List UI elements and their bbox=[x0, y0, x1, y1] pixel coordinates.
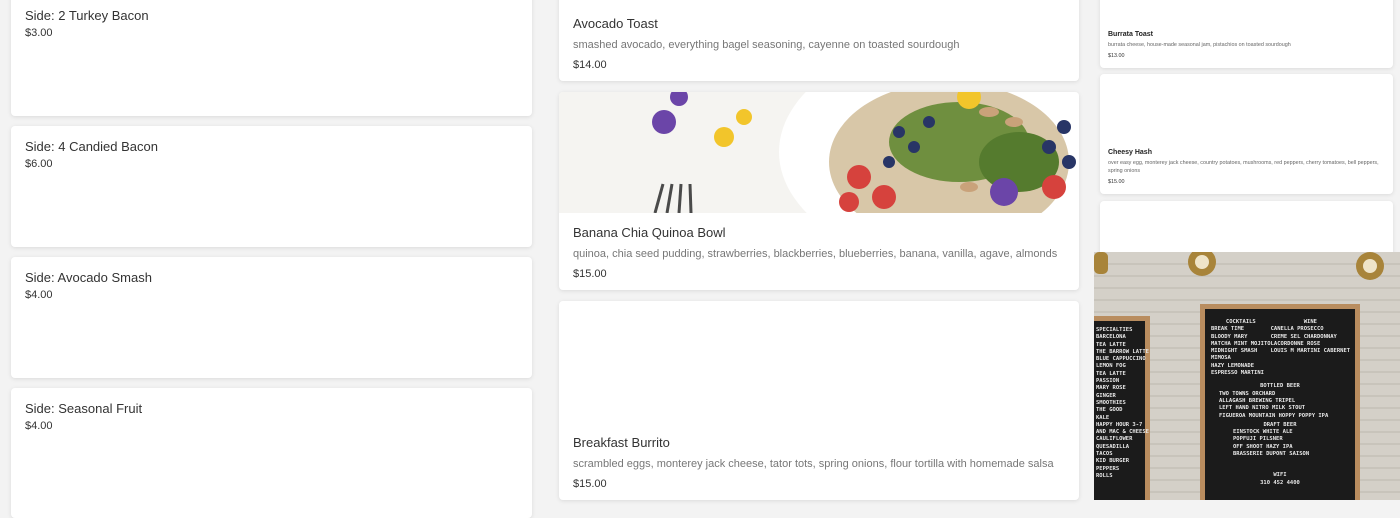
board-line: KID BURGER bbox=[1096, 458, 1130, 465]
menu-item-card[interactable]: Banana Chia Quinoa Bowl quinoa, chia see… bbox=[559, 92, 1079, 290]
menu-item-title: Avocado Toast bbox=[573, 16, 658, 31]
menu-item-price: $13.00 bbox=[1108, 53, 1125, 59]
board-line: LEMON FOG bbox=[1096, 363, 1126, 370]
menu-item-title: Cheesy Hash bbox=[1108, 149, 1152, 156]
menu-item-price: $15.00 bbox=[573, 478, 607, 490]
board-heading: COCKTAILS bbox=[1225, 319, 1256, 325]
menu-item-card[interactable]: Side: 4 Candied Bacon $6.00 bbox=[11, 126, 532, 247]
board-line: OFF SHOOT HAZY IPA bbox=[1233, 443, 1293, 450]
board-line: MIMOSA bbox=[1211, 355, 1231, 362]
board-line: ESPRESSO MARTINI bbox=[1211, 370, 1264, 377]
menu-item-card[interactable]: Side: Avocado Smash $4.00 bbox=[11, 257, 532, 378]
board-line: BARCELONA bbox=[1096, 334, 1126, 341]
board-line: FIGUEROA MOUNTAIN HOPPY POPPY IPA bbox=[1219, 412, 1329, 419]
board-line: PASSION bbox=[1096, 378, 1120, 385]
board-heading: DRAFT BEER bbox=[1263, 421, 1297, 428]
menu-item-price: $6.00 bbox=[25, 158, 53, 170]
board-line: 310 452 4400 bbox=[1260, 479, 1300, 486]
menu-item-price: $4.00 bbox=[25, 420, 53, 432]
menu-item-price: $4.00 bbox=[25, 289, 53, 301]
menu-item-description: smashed avocado, everything bagel season… bbox=[573, 39, 960, 51]
board-line: HAZY LEMONADE bbox=[1211, 362, 1255, 369]
board-line: TACOS bbox=[1096, 451, 1113, 458]
board-line: SMOOTHIES bbox=[1096, 399, 1126, 406]
menu-item-card[interactable]: Side: 2 Turkey Bacon $3.00 bbox=[11, 0, 532, 116]
board-line: POPFUJI PILSNER bbox=[1233, 436, 1283, 443]
board-line: LOUIS M MARTINI CABERNET bbox=[1270, 348, 1351, 355]
board-line: PEPPERS bbox=[1096, 465, 1120, 472]
menu-item-card[interactable]: Side: Seasonal Fruit $4.00 bbox=[11, 388, 532, 518]
board-line: KALE bbox=[1096, 414, 1110, 421]
chalkboard-menu-right: COCKTAILS BREAK TIME BLOODY MARY MATCHA … bbox=[1200, 304, 1360, 500]
menu-item-title: Side: Seasonal Fruit bbox=[25, 401, 143, 416]
menu-item-description: quinoa, chia seed pudding, strawberries,… bbox=[573, 248, 1058, 260]
board-line: THE GOOD bbox=[1096, 407, 1123, 414]
board-line: SPECIALTIES bbox=[1096, 327, 1133, 333]
menu-item-price: $3.00 bbox=[25, 27, 53, 39]
board-line: EINSTOCK WHITE ALE bbox=[1233, 429, 1293, 436]
board-line: GINGER bbox=[1096, 392, 1116, 399]
menu-item-price: $15.00 bbox=[573, 268, 607, 280]
board-line: BREAK TIME bbox=[1211, 326, 1245, 333]
board-line: CANELLA PROSECCO bbox=[1270, 326, 1324, 333]
board-line: ROLLS bbox=[1096, 472, 1113, 479]
menu-item-card[interactable]: Cheesy Hash over easy egg, monterey jack… bbox=[1100, 74, 1393, 194]
board-line: BLOODY MARY bbox=[1211, 333, 1248, 340]
menu-item-price: $14.00 bbox=[573, 59, 607, 71]
board-heading: WINE bbox=[1303, 319, 1317, 325]
board-line: LEFT HAND NITRO MILK STOUT bbox=[1219, 405, 1306, 412]
board-line: MATCHA MINT MOJITO bbox=[1211, 340, 1271, 347]
menu-item-title: Side: 4 Candied Bacon bbox=[25, 139, 158, 154]
board-line: BRASSERIE DUPONT SAISON bbox=[1233, 451, 1310, 458]
board-line: TEA LATTE bbox=[1096, 341, 1126, 348]
chalkboard-menu-left: SPECIALTIES BARCELONA TEA LATTE THE BARR… bbox=[1094, 316, 1150, 500]
menu-item-title: Side: Avocado Smash bbox=[25, 270, 152, 285]
menu-item-title: Burrata Toast bbox=[1108, 31, 1153, 38]
restaurant-photo: SPECIALTIES BARCELONA TEA LATTE THE BARR… bbox=[1094, 252, 1400, 500]
board-line: HAPPY HOUR 3-7 bbox=[1096, 421, 1143, 428]
menu-item-card[interactable]: Burrata Toast burrata cheese, house-made… bbox=[1100, 0, 1393, 68]
board-line: MIDNIGHT SMASH bbox=[1211, 348, 1258, 355]
board-line: LACORDONNE ROSE bbox=[1270, 340, 1321, 347]
board-line: TEA LATTE bbox=[1096, 370, 1126, 377]
board-line: ALLAGASH BREWING TRIPEL bbox=[1219, 397, 1296, 404]
board-line: THE BARROW LATTE bbox=[1096, 348, 1149, 355]
board-line: BLUE CAPPUCCINO bbox=[1096, 356, 1146, 363]
menu-item-description: burrata cheese, house-made seasonal jam,… bbox=[1108, 42, 1291, 48]
menu-item-title: Banana Chia Quinoa Bowl bbox=[573, 225, 726, 240]
board-line: CREME SEL CHARDONNAY bbox=[1270, 333, 1337, 340]
board-line: TWO TOWNS ORCHARD bbox=[1219, 390, 1276, 397]
menu-item-description: over easy egg, monterey jack cheese, cou… bbox=[1108, 160, 1379, 174]
board-line: QUESADILLA bbox=[1096, 443, 1130, 450]
menu-item-price: $15.00 bbox=[1108, 179, 1125, 185]
board-heading: WIFI bbox=[1273, 472, 1287, 479]
menu-item-card[interactable]: Avocado Toast smashed avocado, everythin… bbox=[559, 0, 1079, 81]
menu-item-card[interactable]: Breakfast Burrito scrambled eggs, monter… bbox=[559, 301, 1079, 500]
food-photo bbox=[559, 92, 1079, 213]
board-line: AND MAC & CHEESE bbox=[1096, 429, 1149, 436]
board-line: MARY ROSE bbox=[1096, 385, 1126, 392]
menu-item-title: Breakfast Burrito bbox=[573, 435, 670, 450]
menu-item-title: Side: 2 Turkey Bacon bbox=[25, 8, 149, 23]
board-heading: BOTTLED BEER bbox=[1260, 383, 1300, 390]
board-line: CAULIFLOWER bbox=[1096, 436, 1133, 443]
menu-item-description: scrambled eggs, monterey jack cheese, ta… bbox=[573, 458, 1054, 470]
